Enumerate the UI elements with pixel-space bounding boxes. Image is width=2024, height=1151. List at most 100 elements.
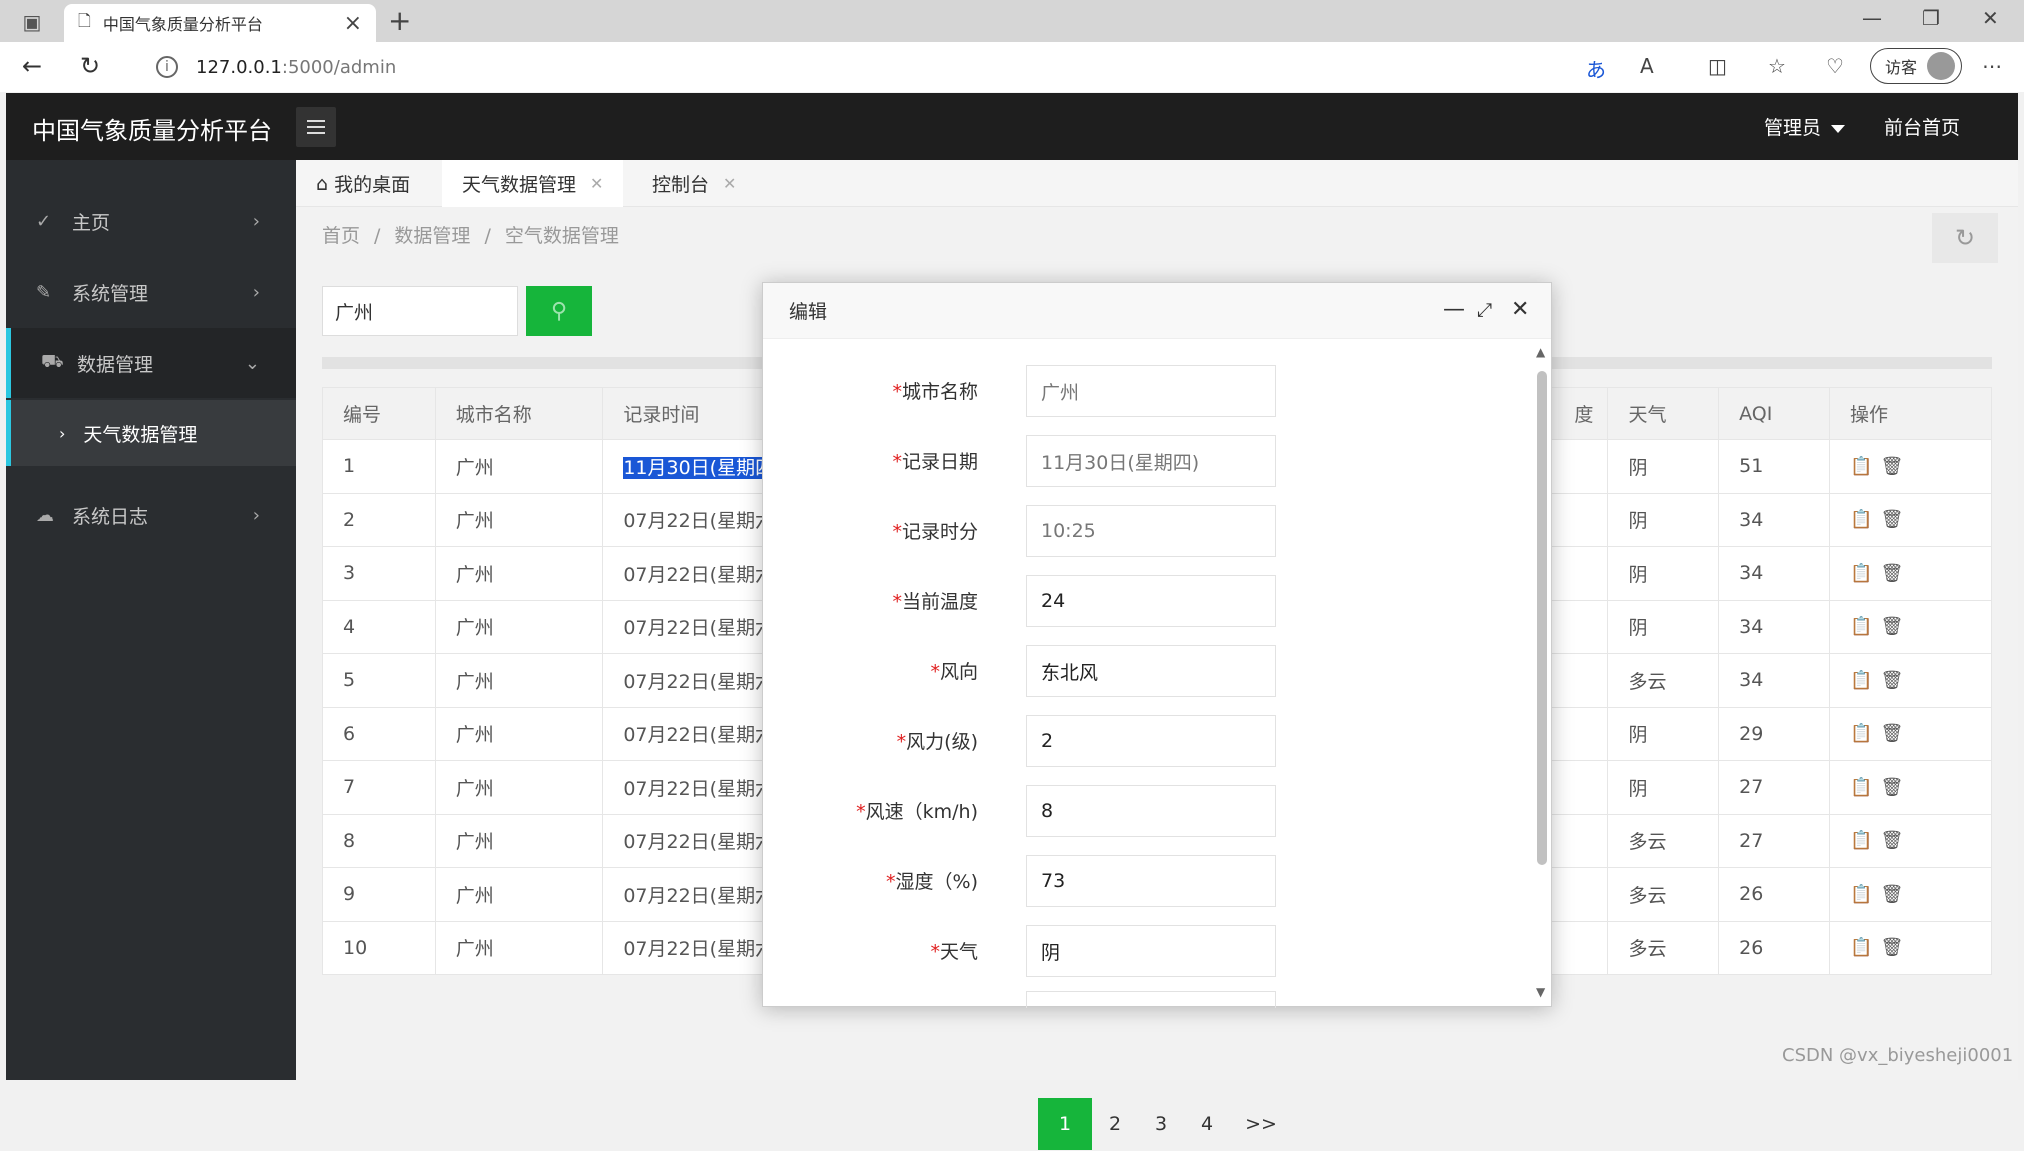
more-icon[interactable]: ⋯ [1982, 54, 2002, 78]
cell-time: 07月22日(星期六 [602, 546, 776, 601]
cell-weather: 阴 [1607, 492, 1720, 547]
leaf-icon: ✓ [36, 210, 52, 232]
field-input[interactable]: 2 [1026, 715, 1276, 767]
tab-console[interactable]: 控制台 ✕ [632, 160, 756, 207]
field-input[interactable]: 10:25 [1026, 505, 1276, 557]
delete-icon[interactable]: 🗑 [1880, 456, 1903, 477]
search-button[interactable]: ⚲ [526, 286, 592, 336]
close-icon[interactable]: ✕ [1511, 297, 1529, 322]
cell-id: 6 [322, 706, 436, 761]
favorites-icon[interactable]: ☆ [1768, 54, 1786, 78]
form-row: *当前温度 24 [763, 575, 1523, 627]
sidebar-subitem-weather[interactable]: › 天气数据管理 [6, 400, 296, 466]
delete-icon[interactable]: 🗑 [1880, 670, 1903, 691]
delete-icon[interactable]: 🗑 [1880, 616, 1903, 637]
health-icon[interactable]: ♡ [1826, 54, 1844, 78]
menu-toggle-button[interactable] [296, 107, 336, 147]
delete-icon[interactable]: 🗑 [1880, 509, 1903, 530]
new-tab-icon[interactable]: + [388, 4, 411, 37]
field-input[interactable]: 24 [1026, 575, 1276, 627]
scroll-up-icon[interactable]: ▲ [1536, 345, 1545, 359]
cell-weather: 阴 [1607, 546, 1720, 601]
scrollbar-thumb[interactable] [1537, 371, 1547, 865]
delete-icon[interactable]: 🗑 [1880, 884, 1903, 905]
close-icon[interactable]: ✕ [590, 174, 603, 193]
col-time: 记录时间 [602, 387, 776, 440]
sidebar-item-data[interactable]: ⛟ 数据管理 ⌄ [6, 328, 296, 398]
maximize-icon[interactable]: ⤢ [1477, 299, 1492, 321]
delete-icon[interactable]: 🗑 [1880, 563, 1903, 584]
col-id: 编号 [322, 387, 436, 440]
tab-weather-data[interactable]: 天气数据管理 ✕ [442, 160, 624, 207]
edit-icon[interactable]: 📋 [1850, 937, 1872, 958]
sidebar-toggle-icon[interactable]: ▣ [12, 4, 52, 40]
minimize-icon[interactable]: — [1862, 6, 1882, 30]
field-input[interactable]: 11月30日(星期四) [1026, 435, 1276, 487]
edit-icon[interactable]: 📋 [1850, 509, 1872, 530]
split-screen-icon[interactable]: ◫ [1708, 54, 1727, 78]
page-1[interactable]: 1 [1038, 1098, 1092, 1150]
avatar [1927, 52, 1956, 80]
watermark: CSDN @vx_biyesheji0001 [1782, 1045, 2014, 1066]
dialog-scrollbar[interactable]: ▲ ▼ [1535, 345, 1549, 1005]
cell-actions: 📋 🗑 [1829, 760, 1992, 815]
edit-icon[interactable]: 📋 [1850, 563, 1872, 584]
page-next[interactable]: >> [1230, 1098, 1292, 1150]
close-icon[interactable]: ✕ [723, 174, 736, 193]
page-3[interactable]: 3 [1138, 1098, 1184, 1150]
edit-icon[interactable]: 📋 [1850, 830, 1872, 851]
reload-icon[interactable]: ↻ [80, 52, 100, 80]
cell-time: 07月22日(星期六 [602, 599, 776, 654]
edit-icon: ✎ [36, 281, 52, 303]
breadcrumb-data[interactable]: 数据管理 [394, 225, 470, 247]
browser-tab[interactable]: 🗋 中国气象质量分析平台 × [64, 4, 376, 42]
cell-city: 广州 [434, 813, 604, 868]
delete-icon[interactable]: 🗑 [1880, 777, 1903, 798]
cell-id: 2 [322, 492, 436, 547]
sidebar-item-home[interactable]: ✓ 主页 › [6, 186, 296, 256]
close-tab-icon[interactable]: × [344, 11, 362, 36]
delete-icon[interactable]: 🗑 [1880, 723, 1903, 744]
minimize-icon[interactable]: — [1443, 297, 1465, 322]
front-page-link[interactable]: 前台首页 [1884, 113, 1960, 140]
field-input[interactable]: 广州 [1026, 365, 1276, 417]
edit-icon[interactable]: 📋 [1850, 670, 1872, 691]
translate-icon[interactable]: あ [1586, 54, 1606, 83]
search-icon: ⚲ [550, 298, 568, 324]
info-icon[interactable]: i [156, 56, 178, 78]
field-label: *城市名称 [892, 381, 978, 403]
profile-button[interactable]: 访客 [1870, 48, 1962, 84]
edit-icon[interactable]: 📋 [1850, 777, 1872, 798]
restore-icon[interactable]: ❐ [1922, 6, 1940, 30]
scroll-down-icon[interactable]: ▼ [1536, 985, 1545, 999]
url-field[interactable]: i 127.0.0.1:5000/admin [132, 48, 1682, 86]
field-input[interactable]: 东北风 [1026, 645, 1276, 697]
edit-icon[interactable]: 📋 [1850, 616, 1872, 637]
page-4[interactable]: 4 [1184, 1098, 1230, 1150]
caret-down-icon [1831, 124, 1846, 133]
delete-icon[interactable]: 🗑 [1880, 830, 1903, 851]
breadcrumb: 首页 / 数据管理 / 空气数据管理 [322, 225, 619, 247]
field-input[interactable]: 阴 [1026, 925, 1276, 977]
delete-icon[interactable]: 🗑 [1880, 937, 1903, 958]
cell-aqi: 27 [1718, 813, 1831, 868]
read-aloud-icon[interactable]: A [1640, 54, 1654, 78]
admin-dropdown[interactable]: 管理员 [1764, 113, 1846, 140]
cell-id: 9 [322, 867, 436, 922]
search-input[interactable]: 广州 [322, 286, 518, 336]
refresh-button[interactable]: ↻ [1932, 213, 1998, 263]
edit-icon[interactable]: 📋 [1850, 456, 1872, 477]
field-input[interactable]: 8 [1026, 785, 1276, 837]
page-2[interactable]: 2 [1092, 1098, 1138, 1150]
field-input[interactable]: 73 [1026, 855, 1276, 907]
edit-icon[interactable]: 📋 [1850, 884, 1872, 905]
sidebar-item-system[interactable]: ✎ 系统管理 › [6, 257, 296, 327]
sidebar-item-log[interactable]: ☁ 系统日志 › [6, 480, 296, 550]
cell-weather: 多云 [1607, 653, 1720, 708]
close-window-icon[interactable]: ✕ [1982, 6, 1999, 30]
edit-icon[interactable]: 📋 [1850, 723, 1872, 744]
form-row: *风速（km/h) 8 [763, 785, 1523, 837]
tab-desktop[interactable]: ⌂ 我的桌面 [296, 160, 430, 207]
breadcrumb-home[interactable]: 首页 [322, 225, 360, 247]
back-icon[interactable]: ← [22, 52, 42, 80]
